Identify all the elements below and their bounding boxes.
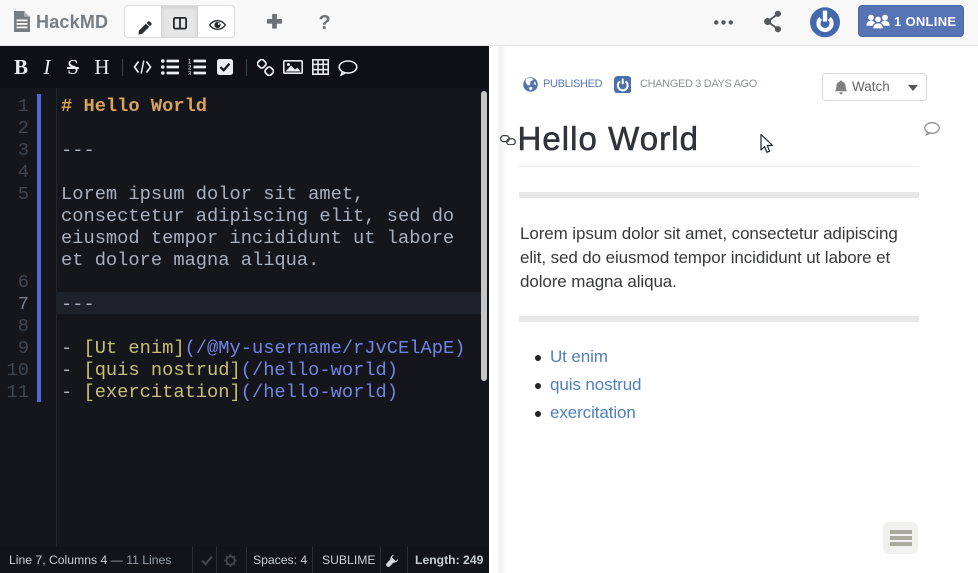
svg-text:3: 3 [188, 71, 192, 75]
